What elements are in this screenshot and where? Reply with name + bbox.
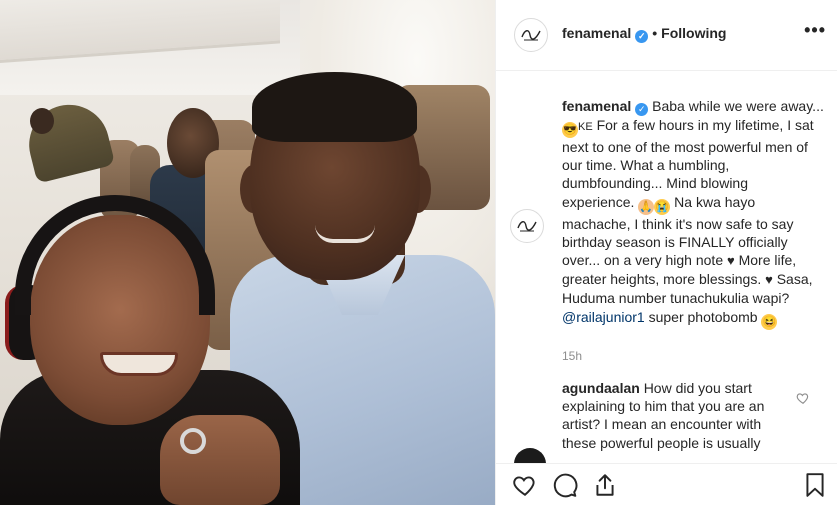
caption: fenamenal ✓ Baba while we were away... 😎K… <box>510 97 824 330</box>
man-smile <box>315 225 375 243</box>
ring <box>180 428 206 454</box>
following-button[interactable]: Following <box>661 25 726 41</box>
crying-emoji-icon: 😭 <box>654 198 671 215</box>
post-photo[interactable] <box>0 0 495 505</box>
post-side-panel: fenamenal ✓ • Following ••• fenamenal ✓ Baba… <box>495 0 837 506</box>
black-heart-icon: ♥ <box>727 253 735 269</box>
caption-text: super photobomb <box>648 308 758 325</box>
verified-badge-icon: ✓ <box>635 103 649 116</box>
background-passenger-head <box>30 108 54 134</box>
comment: agundaalan How did you start explaining … <box>562 379 794 452</box>
post-time[interactable]: 15h <box>562 349 582 363</box>
caption-text: Baba while we were away... <box>652 98 824 114</box>
bookmark-icon[interactable] <box>802 472 828 498</box>
comment-username[interactable]: agundaalan <box>562 380 640 396</box>
caption-username[interactable]: fenamenal <box>562 98 631 114</box>
comment-avatar[interactable] <box>514 448 546 463</box>
post-header: fenamenal ✓ • Following ••• <box>496 0 837 71</box>
share-upload-icon[interactable] <box>592 472 618 498</box>
signature-logo-icon <box>516 20 546 50</box>
grinning-emoji-icon: 😆 <box>761 313 778 330</box>
verified-badge-icon: ✓ <box>635 30 649 43</box>
separator-dot: • <box>652 25 658 41</box>
man-hair <box>252 72 417 142</box>
pray-emoji-icon: 🙏 <box>638 198 655 215</box>
profile-avatar[interactable] <box>514 18 548 52</box>
heart-icon[interactable] <box>512 472 538 498</box>
sunglasses-emoji-icon: 😎 <box>562 122 578 138</box>
action-bar <box>496 463 837 506</box>
woman-hand <box>160 415 280 505</box>
comment-bubble-icon[interactable] <box>552 472 578 498</box>
mention-link[interactable]: @railajunior1 <box>562 309 645 325</box>
comments-section[interactable]: fenamenal ✓ Baba while we were away... 😎K… <box>496 71 837 463</box>
woman-smile <box>100 352 178 376</box>
signature-logo-icon <box>512 211 542 241</box>
more-options-icon[interactable]: ••• <box>804 20 826 41</box>
black-heart-icon: ♥ <box>765 272 773 288</box>
kenya-flag-icon: KE <box>578 121 593 133</box>
username-link[interactable]: fenamenal <box>562 25 631 41</box>
header-line: fenamenal ✓ • Following <box>562 25 726 43</box>
comment-like-heart-icon[interactable] <box>796 391 810 405</box>
caption-avatar[interactable] <box>510 209 544 243</box>
